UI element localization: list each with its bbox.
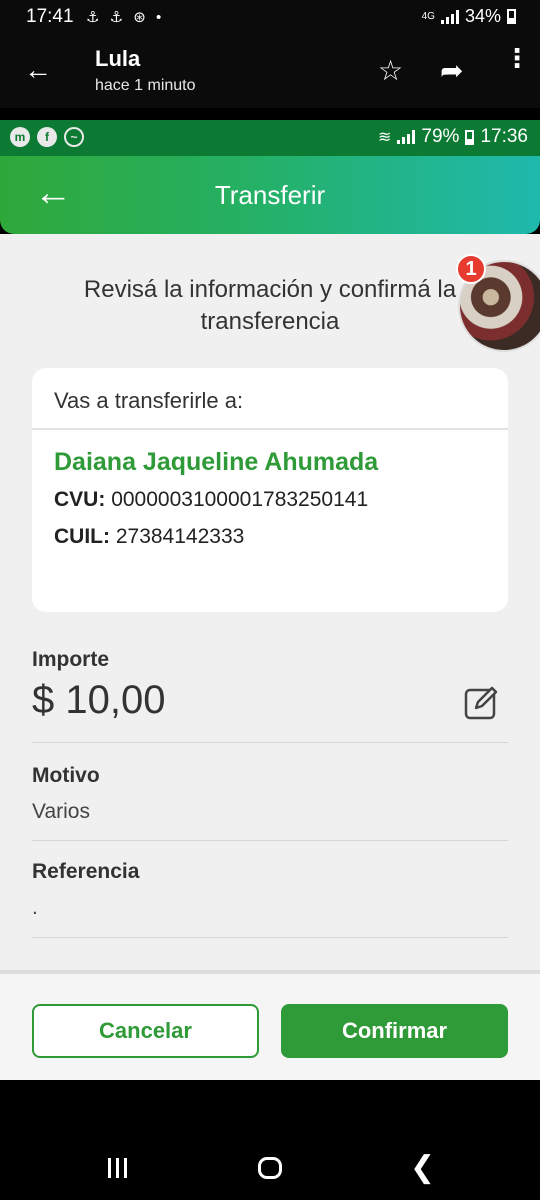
cancel-button[interactable]: Cancelar	[32, 1004, 259, 1058]
confirm-button[interactable]: Confirmar	[281, 1004, 508, 1058]
battery-icon	[507, 9, 516, 24]
facebook-icon: f	[37, 127, 57, 147]
recipient-card: Vas a transferirle a: Daiana Jaqueline A…	[32, 368, 508, 612]
motivo-divider	[32, 840, 508, 841]
recipient-name: Daiana Jaqueline Ahumada	[54, 448, 379, 476]
motivo-field: Motivo Varios	[32, 764, 508, 844]
divider-gap	[0, 108, 540, 120]
page-title: Transferir	[214, 180, 326, 210]
messenger-icon: m	[10, 127, 30, 147]
importe-label: Importe	[32, 648, 110, 671]
instruction-text: Revisá la información y confirmá la tran…	[83, 276, 457, 335]
signal-icon	[440, 9, 459, 24]
recipient-cuil: CUIL: 27384142333	[54, 525, 244, 549]
outer-status-bar: 17:41 ⚓ ⚓ ⊛ • 4G 34%	[0, 0, 540, 34]
outer-status-time: 17:41	[26, 6, 74, 27]
inner-notification-icons: m f ~	[10, 127, 84, 147]
app-header: ← Transferir	[0, 156, 540, 234]
inner-battery-text: 79%	[421, 126, 460, 147]
star-icon[interactable]: ☆	[378, 54, 403, 87]
inner-status-time: 17:36	[480, 126, 528, 147]
back-arrow-icon[interactable]: ←	[24, 56, 52, 84]
network-type: 4G	[421, 10, 435, 22]
referencia-value: .	[32, 896, 38, 919]
outer-battery-text: 34%	[464, 6, 501, 26]
more-options-icon[interactable]: ⋮	[504, 45, 530, 71]
recipient-cvu: CVU: 0000003100001783250141	[54, 488, 368, 512]
notification-badge: 1	[456, 254, 486, 284]
inner-status-bar: m f ~ ≋ 79% 17:36	[0, 120, 540, 156]
importe-divider	[32, 742, 508, 743]
wifi-icon: ≋	[378, 129, 392, 146]
cvu-label: CVU:	[54, 488, 106, 511]
notification-icons: ⚓ ⚓ ⊛ •	[86, 9, 165, 26]
action-footer: Cancelar Confirmar	[0, 974, 540, 1080]
cvu-value: 0000003100001783250141	[111, 488, 369, 511]
recents-icon[interactable]	[108, 1158, 127, 1178]
referencia-field: Referencia .	[32, 860, 508, 940]
edit-icon[interactable]	[464, 684, 500, 720]
motivo-value: Varios	[32, 800, 90, 823]
contact-subtitle: hace 1 minuto	[95, 77, 196, 94]
home-icon[interactable]	[258, 1157, 282, 1179]
nav-back-icon[interactable]: ❮	[410, 1150, 435, 1185]
contact-name[interactable]: Lula	[95, 46, 140, 72]
importe-field: Importe $ 10,00	[32, 648, 508, 744]
main-content: Revisá la información y confirmá la tran…	[0, 234, 540, 974]
system-nav-bar: ❮	[0, 1080, 540, 1200]
chat-header: ← Lula hace 1 minuto ☆ ➦ ⋮	[0, 34, 540, 108]
cuil-value: 27384142333	[115, 525, 245, 548]
referencia-label: Referencia	[32, 860, 140, 883]
referencia-divider	[32, 937, 508, 938]
cuil-label: CUIL:	[54, 525, 110, 548]
recipient-card-divider	[32, 428, 508, 430]
inner-signal-icon	[397, 130, 416, 144]
importe-value: $ 10,00	[32, 678, 166, 722]
recipient-card-header: Vas a transferirle a:	[54, 388, 244, 413]
inner-status-right: ≋ 79% 17:36	[378, 126, 528, 148]
messenger-outline-icon: ~	[64, 127, 84, 147]
motivo-label: Motivo	[32, 764, 100, 787]
share-icon[interactable]: ➦	[440, 54, 463, 87]
outer-status-right: 4G 34%	[422, 6, 516, 27]
inner-battery-icon	[465, 129, 475, 145]
